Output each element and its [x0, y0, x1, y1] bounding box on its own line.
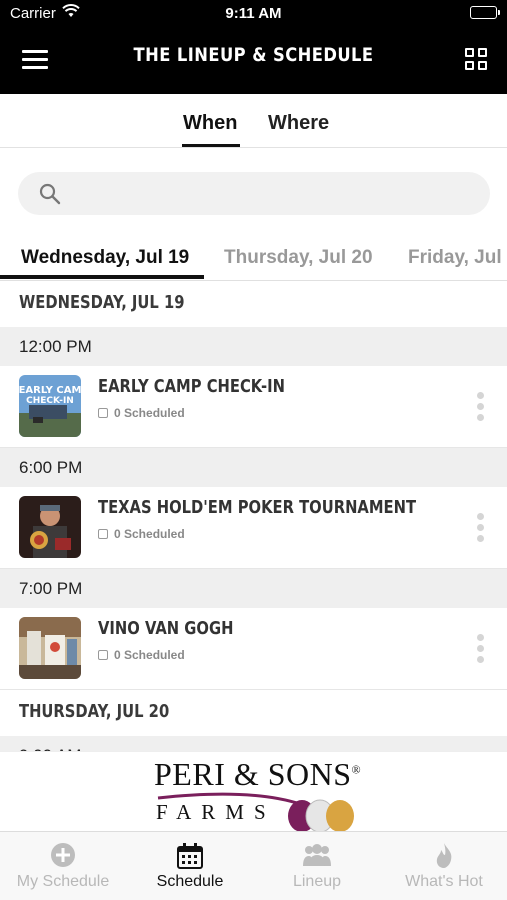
- clock: 9:11 AM: [225, 5, 282, 22]
- event-thumbnail: [19, 496, 81, 558]
- more-options-icon[interactable]: [477, 634, 485, 664]
- search-icon: [38, 182, 62, 206]
- svg-text:EARLY CAM: EARLY CAM: [19, 385, 81, 396]
- event-thumbnail: [19, 617, 81, 679]
- tab-label: What's Hot: [405, 873, 483, 890]
- schedule-list[interactable]: WEDNESDAY, JUL 19 12:00 PM EARLY CAM CHE…: [0, 281, 507, 751]
- time-slot-header: 7:00 PM: [0, 569, 507, 608]
- top-bar: Carrier 9:11 AM THE LINEUP & SCHEDULE: [0, 0, 507, 94]
- day-tab-friday[interactable]: Friday, Jul 2: [408, 247, 507, 269]
- segment-when[interactable]: When: [183, 112, 237, 135]
- event-row[interactable]: EARLY CAM CHECK-IN EARLY CAMP CHECK-IN 0…: [0, 366, 507, 448]
- scheduled-count: 0 Scheduled: [98, 527, 185, 541]
- date-header: WEDNESDAY, JUL 19: [19, 292, 185, 313]
- status-bar: Carrier 9:11 AM: [0, 0, 507, 28]
- event-title: EARLY CAMP CHECK-IN: [98, 376, 285, 397]
- scheduled-count: 0 Scheduled: [98, 648, 185, 662]
- event-row[interactable]: TEXAS HOLD'EM POKER TOURNAMENT 0 Schedul…: [0, 487, 507, 569]
- sponsor-subtitle: FARMS: [156, 800, 276, 824]
- plus-circle-icon: [50, 842, 76, 873]
- tab-label: My Schedule: [16, 873, 110, 890]
- tab-label: Lineup: [292, 873, 342, 890]
- event-title: VINO VAN GOGH: [98, 618, 234, 639]
- more-options-icon[interactable]: [477, 392, 485, 422]
- page-title: THE LINEUP & SCHEDULE: [133, 44, 374, 66]
- event-thumbnail: EARLY CAM CHECK-IN: [19, 375, 81, 437]
- sponsor-banner[interactable]: PERI & SONS® FARMS: [0, 751, 507, 833]
- event-title: TEXAS HOLD'EM POKER TOURNAMENT: [98, 497, 417, 518]
- time-slot-header: 6:00 PM: [0, 448, 507, 487]
- day-tab-wednesday[interactable]: Wednesday, Jul 19: [21, 247, 189, 269]
- scheduled-count: 0 Scheduled: [98, 406, 185, 420]
- grid-view-icon[interactable]: [465, 48, 489, 72]
- tab-schedule[interactable]: Schedule: [127, 832, 253, 900]
- calendar-icon: [98, 529, 108, 539]
- segment-underline: [182, 144, 240, 147]
- date-header: THURSDAY, JUL 20: [19, 701, 170, 722]
- day-tab-indicator: [0, 275, 204, 279]
- sponsor-name: PERI & SONS®: [154, 756, 362, 792]
- calendar-icon: [176, 842, 204, 875]
- bottom-tab-bar: My Schedule Schedule Lineup What's Hot: [0, 831, 507, 900]
- time-slot-header: 9:00 AM: [0, 736, 507, 751]
- calendar-icon: [98, 408, 108, 418]
- calendar-icon: [98, 650, 108, 660]
- segment-where[interactable]: Where: [268, 112, 329, 135]
- tab-whats-hot[interactable]: What's Hot: [381, 832, 507, 900]
- battery-icon: [470, 6, 500, 19]
- tab-label: Schedule: [156, 873, 224, 890]
- more-options-icon[interactable]: [477, 513, 485, 543]
- day-tab-thursday[interactable]: Thursday, Jul 20: [224, 247, 373, 269]
- time-slot-header: 12:00 PM: [0, 327, 507, 366]
- tab-lineup[interactable]: Lineup: [254, 832, 380, 900]
- people-icon: [301, 842, 333, 873]
- view-segmented-control: When Where: [0, 96, 507, 148]
- event-row[interactable]: VINO VAN GOGH 0 Scheduled: [0, 608, 507, 690]
- tab-my-schedule[interactable]: My Schedule: [0, 832, 126, 900]
- svg-text:CHECK-IN: CHECK-IN: [26, 396, 74, 406]
- search-input[interactable]: [18, 172, 490, 215]
- day-tabs: Wednesday, Jul 19 Thursday, Jul 20 Frida…: [0, 232, 507, 281]
- flame-icon: [433, 842, 455, 875]
